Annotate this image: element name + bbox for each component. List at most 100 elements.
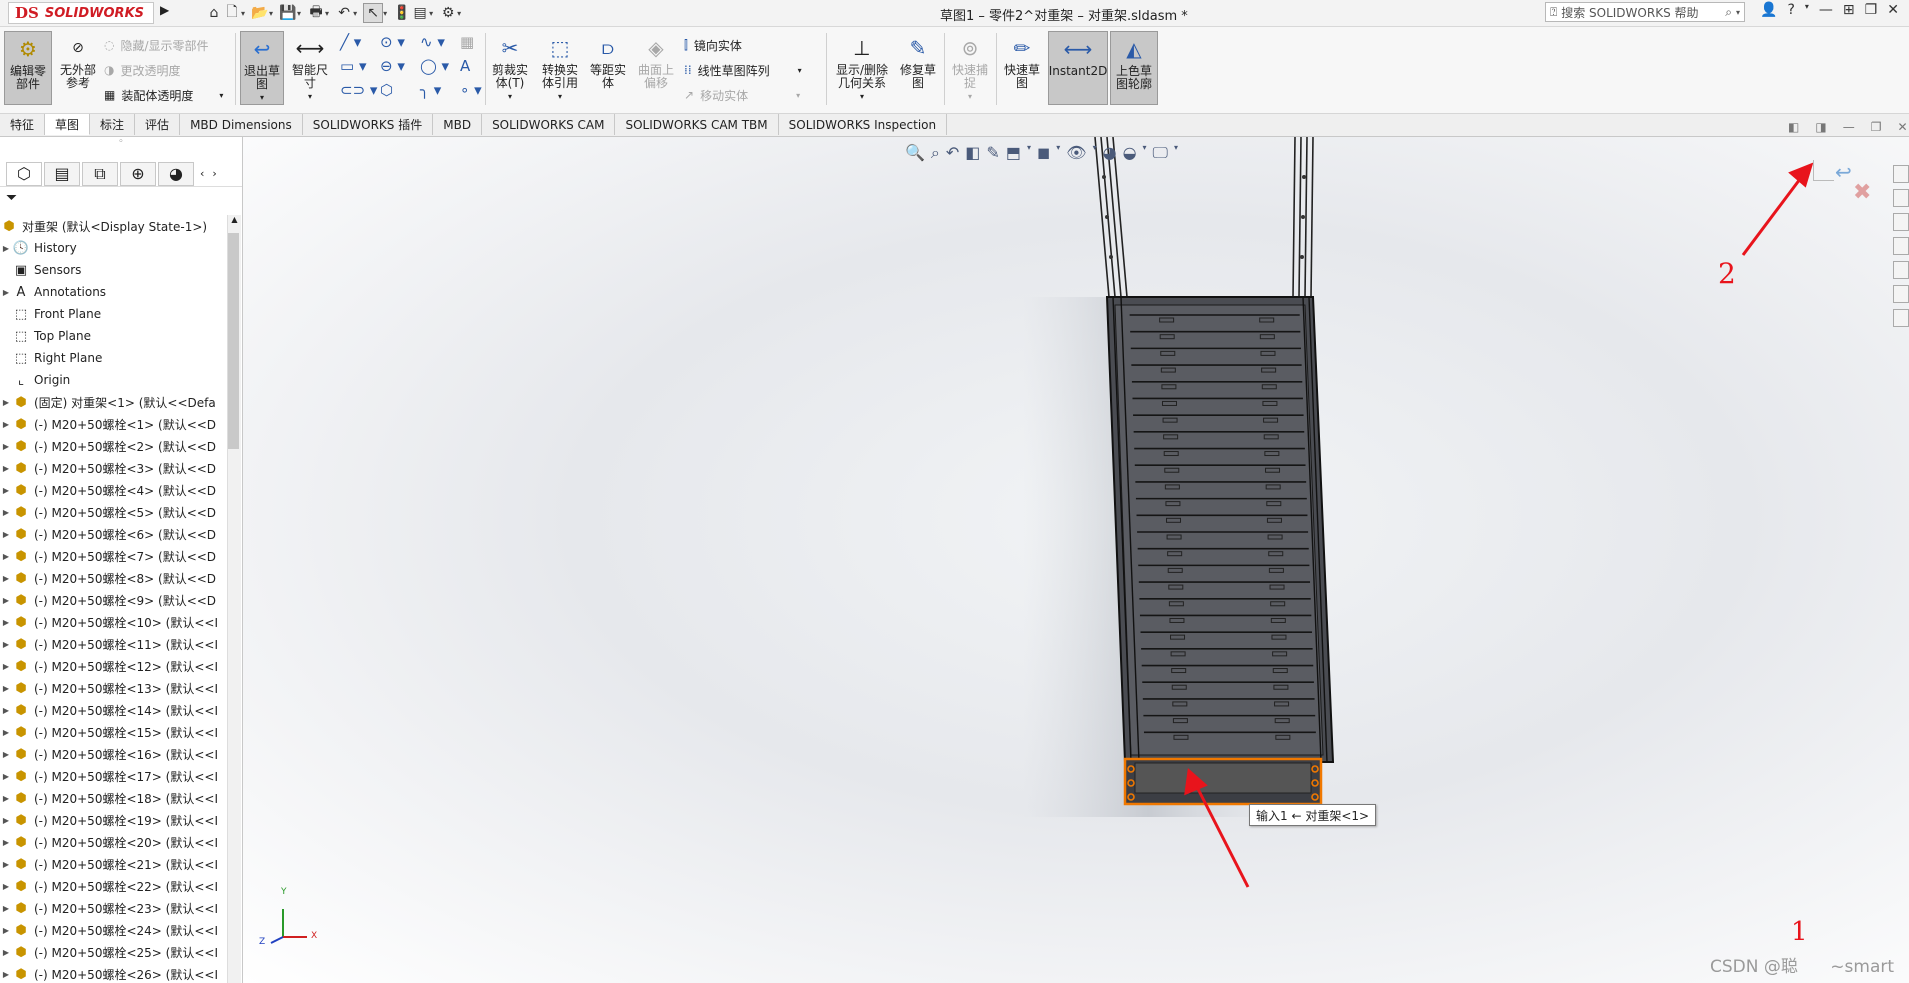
file-props-icon[interactable]: ▤: [411, 4, 429, 22]
tree-item-bolt[interactable]: ▶ ⬢ (-) M20+50螺栓<15> (默认<<I: [0, 721, 226, 743]
tree-item-bolt[interactable]: ▶ ⬢ (-) M20+50螺栓<19> (默认<<I: [0, 809, 226, 831]
hide-show-items-icon[interactable]: 👁: [1066, 143, 1086, 163]
expand-icon[interactable]: ▶: [0, 772, 12, 781]
viewport-minimize-icon[interactable]: —: [1843, 120, 1855, 134]
zoom-to-fit-icon[interactable]: 🔍: [905, 143, 925, 163]
tree-item-front-plane[interactable]: ⬚ Front Plane: [0, 303, 226, 325]
chevron-down-icon[interactable]: ▾: [241, 9, 245, 18]
linear-pattern-button[interactable]: ⁞⁞ 线性草图阵列 ▾: [684, 60, 802, 80]
instant2d-button[interactable]: ⟷ Instant2D: [1048, 31, 1108, 105]
spline-icon[interactable]: ∿ ▾: [420, 33, 460, 51]
dimxpert-tab-icon[interactable]: ⊕: [120, 161, 156, 186]
open-icon[interactable]: 📂: [251, 4, 269, 22]
chevron-down-icon[interactable]: ▾: [260, 91, 264, 104]
tree-item-bolt[interactable]: ▶ ⬢ (-) M20+50螺栓<23> (默认<<I: [0, 897, 226, 919]
tab-mbd[interactable]: MBD: [433, 114, 483, 135]
select-icon[interactable]: ↖: [363, 3, 384, 23]
chevron-down-icon[interactable]: ▾: [1174, 143, 1178, 163]
expand-icon[interactable]: ▶: [0, 706, 12, 715]
expand-icon[interactable]: ▶: [0, 530, 12, 539]
options-icon[interactable]: ⚙: [439, 4, 457, 22]
chevron-down-icon[interactable]: ▾: [308, 90, 312, 103]
configuration-manager-tab-icon[interactable]: ⧉: [82, 161, 118, 186]
tree-item-bolt[interactable]: ▶ ⬢ (-) M20+50螺栓<1> (默认<<D: [0, 413, 226, 435]
expand-icon[interactable]: ▶: [0, 288, 12, 297]
exit-sketch-confirm-icon[interactable]: ↩: [1835, 160, 1852, 184]
tab-sketch[interactable]: 草图: [45, 114, 91, 135]
discard-changes-icon[interactable]: ✖: [1853, 180, 1871, 205]
display-manager-tab-icon[interactable]: ◕: [158, 161, 194, 186]
expand-icon[interactable]: ▶: [0, 728, 12, 737]
expand-icon[interactable]: ▶: [0, 552, 12, 561]
tab-mbd-dimensions[interactable]: MBD Dimensions: [180, 114, 303, 135]
new-icon[interactable]: 🗋: [223, 4, 241, 22]
chevron-down-icon[interactable]: ▾: [325, 9, 329, 18]
tree-item-annotations[interactable]: ▶ A Annotations: [0, 281, 226, 303]
display-delete-relations-button[interactable]: ⊥ 显示/删除 几何关系 ▾: [830, 31, 894, 105]
close-icon[interactable]: ✕: [1887, 2, 1899, 18]
tree-item-bolt[interactable]: ▶ ⬢ (-) M20+50螺栓<26> (默认<<I: [0, 963, 226, 983]
task-pane-appearances-icon[interactable]: [1893, 261, 1909, 279]
user-icon[interactable]: 👤: [1760, 2, 1777, 18]
rapid-sketch-button[interactable]: ✏ 快速草 图: [1000, 31, 1044, 105]
expand-icon[interactable]: ▶: [0, 794, 12, 803]
tree-item-fixed-part[interactable]: ▶ ⬢ (固定) 对重架<1> (默认<<Defa: [0, 391, 226, 413]
tab-cam[interactable]: SOLIDWORKS CAM: [482, 114, 616, 135]
expand-icon[interactable]: ▶: [0, 684, 12, 693]
chevron-down-icon[interactable]: ▾: [1093, 143, 1097, 163]
rebuild-icon[interactable]: 🚦: [393, 4, 411, 22]
tab-cam-tbm[interactable]: SOLIDWORKS CAM TBM: [615, 114, 779, 135]
expand-icon[interactable]: ▶: [0, 860, 12, 869]
quick-snaps-button[interactable]: ⊚ 快速捕 捉 ▾: [948, 31, 992, 105]
tree-item-bolt[interactable]: ▶ ⬢ (-) M20+50螺栓<20> (默认<<I: [0, 831, 226, 853]
tree-item-bolt[interactable]: ▶ ⬢ (-) M20+50螺栓<6> (默认<<D: [0, 523, 226, 545]
slot-icon[interactable]: ⊖ ▾: [380, 57, 420, 75]
tree-item-sensors[interactable]: ▣ Sensors: [0, 259, 226, 281]
chevron-down-icon[interactable]: ▾: [457, 9, 461, 18]
menu-expand-icon[interactable]: ▶: [160, 3, 169, 17]
expand-icon[interactable]: ▶: [0, 926, 12, 935]
dynamic-annotation-icon[interactable]: ✎: [986, 143, 999, 163]
expand-icon[interactable]: ▶: [0, 970, 12, 979]
expand-icon[interactable]: ▶: [0, 508, 12, 517]
tree-item-bolt[interactable]: ▶ ⬢ (-) M20+50螺栓<17> (默认<<I: [0, 765, 226, 787]
repair-sketch-button[interactable]: ✎ 修复草 图: [896, 31, 940, 105]
search-icon[interactable]: ⌕: [1725, 5, 1732, 20]
tree-item-bolt[interactable]: ▶ ⬢ (-) M20+50螺栓<3> (默认<<D: [0, 457, 226, 479]
tab-features[interactable]: 特征: [0, 114, 46, 135]
chevron-right-icon[interactable]: ›: [212, 167, 216, 180]
task-pane-resources-icon[interactable]: [1893, 189, 1909, 207]
view-settings-icon[interactable]: 🖵: [1153, 143, 1168, 163]
tab-addins[interactable]: SOLIDWORKS 插件: [303, 114, 434, 135]
tree-item-bolt[interactable]: ▶ ⬢ (-) M20+50螺栓<10> (默认<<I: [0, 611, 226, 633]
viewport-next-icon[interactable]: ◨: [1815, 120, 1826, 134]
tree-item-bolt[interactable]: ▶ ⬢ (-) M20+50螺栓<7> (默认<<D: [0, 545, 226, 567]
solidworks-logo[interactable]: DS SOLIDWORKS: [8, 2, 154, 24]
chevron-down-icon[interactable]: ▾: [353, 9, 357, 18]
chevron-down-icon[interactable]: ▾: [796, 91, 800, 100]
chevron-down-icon[interactable]: ▾: [860, 90, 864, 103]
chevron-down-icon[interactable]: ▾: [1056, 143, 1060, 163]
shaded-sketch-contours-button[interactable]: ◭ 上色草 图轮廓: [1110, 31, 1158, 105]
task-pane-file-explorer-icon[interactable]: [1893, 237, 1909, 255]
scroll-up-icon[interactable]: ▲: [228, 215, 241, 224]
tree-item-bolt[interactable]: ▶ ⬢ (-) M20+50螺栓<21> (默认<<I: [0, 853, 226, 875]
expand-icon[interactable]: ▶: [0, 486, 12, 495]
section-view-icon[interactable]: ◧: [965, 143, 980, 163]
tree-item-bolt[interactable]: ▶ ⬢ (-) M20+50螺栓<11> (默认<<I: [0, 633, 226, 655]
expand-icon[interactable]: ▶: [0, 882, 12, 891]
tab-markup[interactable]: 标注: [90, 114, 136, 135]
expand-icon[interactable]: ▶: [0, 596, 12, 605]
expand-icon[interactable]: ▶: [0, 244, 12, 253]
fillet-icon[interactable]: ╮ ▾: [420, 81, 460, 99]
undo-icon[interactable]: ↶: [335, 4, 353, 22]
chevron-down-icon[interactable]: ▾: [429, 9, 433, 18]
chevron-down-icon[interactable]: ▾: [1143, 143, 1147, 163]
task-pane-custom-props-icon[interactable]: [1893, 285, 1909, 303]
tree-item-history[interactable]: ▶ 🕓 History: [0, 237, 226, 259]
save-icon[interactable]: 💾: [279, 4, 297, 22]
polygon-icon[interactable]: ⬡: [380, 81, 420, 99]
help-icon[interactable]: ?: [1787, 2, 1794, 18]
tree-item-bolt[interactable]: ▶ ⬢ (-) M20+50螺栓<4> (默认<<D: [0, 479, 226, 501]
help-search-input[interactable]: ⍰ 搜索 SOLIDWORKS 帮助 ⌕ ▾: [1545, 2, 1745, 22]
